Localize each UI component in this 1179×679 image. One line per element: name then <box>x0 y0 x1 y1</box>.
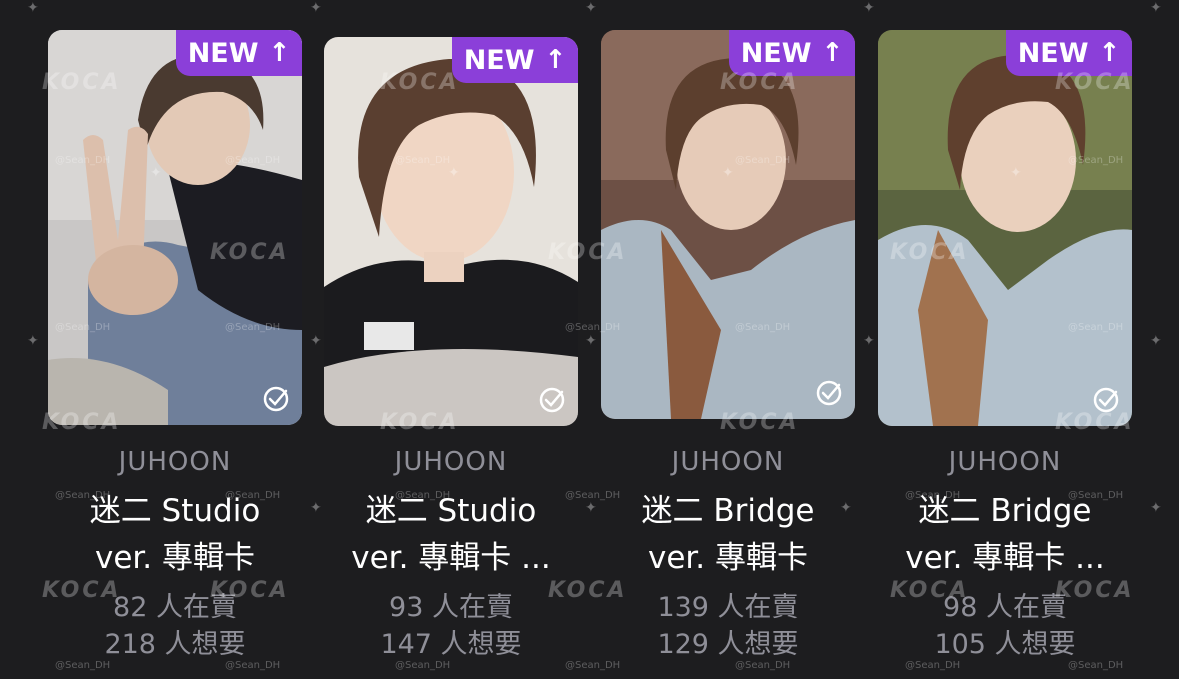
arrow-up-icon: ↑ <box>821 38 844 68</box>
card-title-line1: 迷二 Bridge <box>641 493 815 529</box>
card-title-line1: 迷二 Studio <box>89 493 261 529</box>
new-badge: NEW ↑ <box>452 37 578 83</box>
card-title-line2: ver. 專輯卡 ... <box>905 540 1105 576</box>
check-circle-icon[interactable] <box>1092 386 1120 414</box>
wanters-count: 129 人想要 <box>657 629 799 660</box>
new-label: NEW <box>1017 37 1089 69</box>
sellers-count: 98 人在賣 <box>943 592 1067 623</box>
card-title-line1: 迷二 Bridge <box>918 493 1092 529</box>
photocard-item[interactable]: NEW ↑ JUHOON 迷二 Bridge ver. 專輯卡 ... 98 人… <box>878 0 1150 679</box>
photo-illustration <box>48 30 302 425</box>
photocard-item[interactable]: NEW ↑ JUHOON 迷二 Studio ver. 專輯卡 82 人在賣 2… <box>48 0 320 679</box>
photo-illustration <box>601 30 855 419</box>
photocard-item[interactable]: NEW ↑ JUHOON 迷二 Bridge ver. 專輯卡 139 人在賣 … <box>601 0 873 679</box>
photocard-image[interactable]: NEW ↑ <box>601 30 855 419</box>
card-title-line2: ver. 專輯卡 <box>94 540 256 576</box>
card-title[interactable]: 迷二 Bridge ver. 專輯卡 <box>589 488 867 582</box>
check-circle-icon[interactable] <box>815 379 843 407</box>
arrow-up-icon: ↑ <box>1098 38 1121 68</box>
new-label: NEW <box>740 37 812 69</box>
wanters-count: 218 人想要 <box>104 629 246 660</box>
new-label: NEW <box>187 37 259 69</box>
card-title[interactable]: 迷二 Studio ver. 專輯卡 ... <box>312 488 590 582</box>
photo-illustration <box>878 30 1132 426</box>
wanters-count: 105 人想要 <box>934 629 1076 660</box>
card-title-line2: ver. 專輯卡 <box>647 540 809 576</box>
member-name: JUHOON <box>948 447 1062 477</box>
new-label: NEW <box>463 44 535 76</box>
card-title-line1: 迷二 Studio <box>365 493 537 529</box>
new-badge: NEW ↑ <box>176 30 302 76</box>
check-circle-icon[interactable] <box>262 385 290 413</box>
photocard-image[interactable]: NEW ↑ <box>48 30 302 425</box>
photo-illustration <box>324 37 578 426</box>
wanters-count: 147 人想要 <box>380 629 522 660</box>
sellers-count: 93 人在賣 <box>389 592 513 623</box>
member-name: JUHOON <box>118 447 232 477</box>
new-badge: NEW ↑ <box>729 30 855 76</box>
card-title[interactable]: 迷二 Studio ver. 專輯卡 <box>36 488 314 582</box>
check-circle-icon[interactable] <box>538 386 566 414</box>
member-name: JUHOON <box>671 447 785 477</box>
photocard-grid: NEW ↑ JUHOON 迷二 Studio ver. 專輯卡 82 人在賣 2… <box>0 0 1179 679</box>
sellers-count: 139 人在賣 <box>657 592 799 623</box>
photocard-item[interactable]: NEW ↑ JUHOON 迷二 Studio ver. 專輯卡 ... 93 人… <box>324 0 596 679</box>
sellers-count: 82 人在賣 <box>113 592 237 623</box>
card-title-line2: ver. 專輯卡 ... <box>351 540 551 576</box>
member-name: JUHOON <box>394 447 508 477</box>
card-title[interactable]: 迷二 Bridge ver. 專輯卡 ... <box>866 488 1144 582</box>
photocard-image[interactable]: NEW ↑ <box>324 37 578 426</box>
photocard-image[interactable]: NEW ↑ <box>878 30 1132 426</box>
arrow-up-icon: ↑ <box>544 45 567 75</box>
new-badge: NEW ↑ <box>1006 30 1132 76</box>
arrow-up-icon: ↑ <box>268 38 291 68</box>
